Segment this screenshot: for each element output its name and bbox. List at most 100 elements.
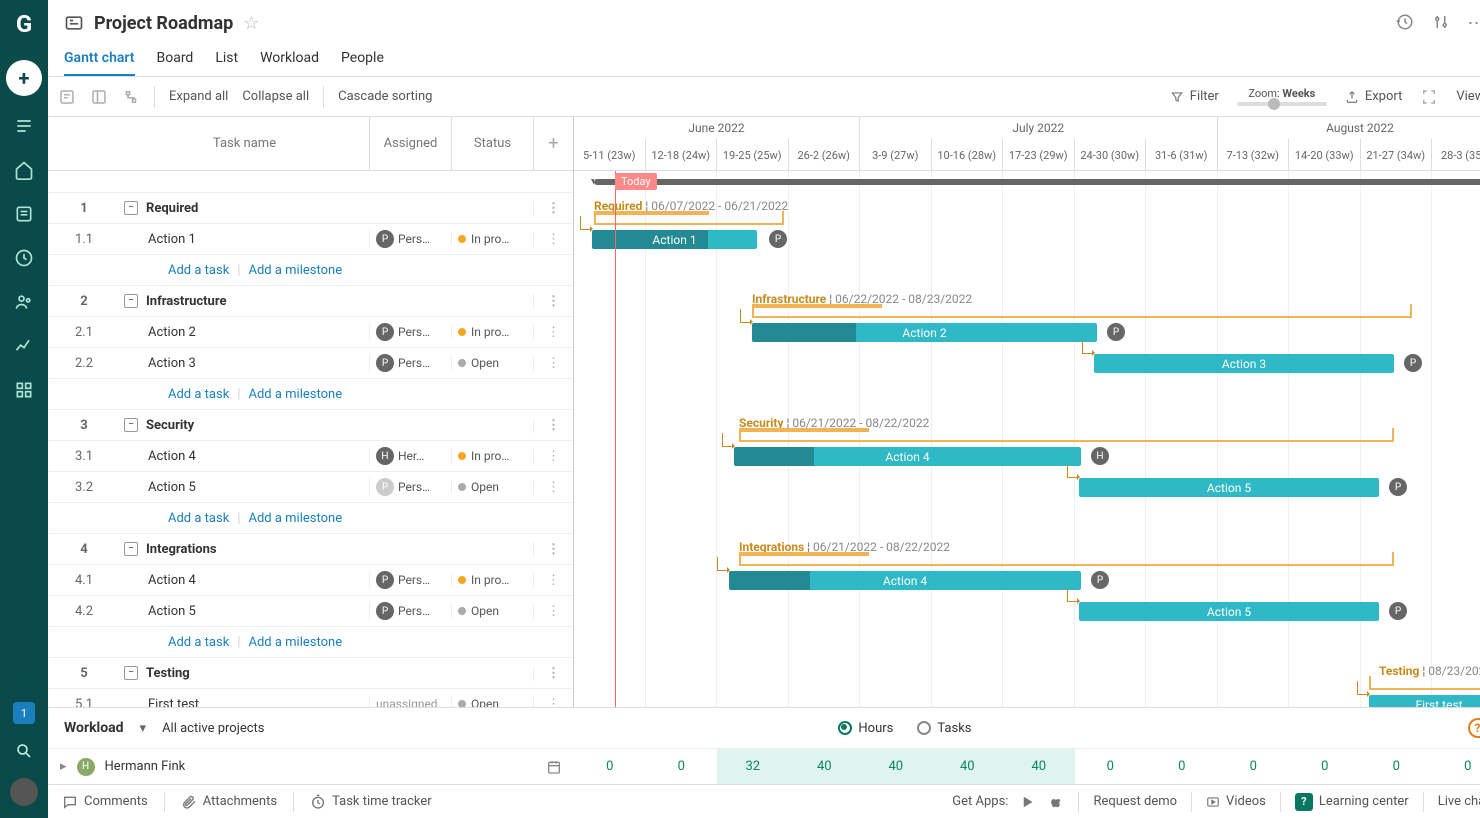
tab-list[interactable]: List [215, 46, 238, 76]
videos-link[interactable]: Videos [1206, 794, 1266, 809]
collapse-toggle[interactable]: − [124, 201, 138, 215]
workload-cell[interactable]: 40 [932, 749, 1004, 784]
row-menu-button[interactable]: ⋮ [533, 418, 573, 433]
search-icon[interactable] [15, 742, 33, 760]
row-menu-button[interactable]: ⋮ [533, 294, 573, 309]
add-task-link[interactable]: Add a task [168, 263, 229, 278]
workload-cell[interactable]: 0 [1075, 749, 1147, 784]
dependency-link[interactable] [717, 557, 729, 571]
expand-all-button[interactable]: Expand all [169, 89, 228, 104]
live-chat-link[interactable]: Live chat [1438, 794, 1480, 809]
task-row[interactable]: 2.1Action 2PPers…In pro…⋮ [48, 317, 573, 348]
learning-center-link[interactable]: ?Learning center [1295, 793, 1409, 811]
dependency-link[interactable] [1067, 464, 1079, 478]
list-icon[interactable] [14, 204, 34, 224]
group-bracket[interactable] [1369, 676, 1480, 690]
week-header[interactable]: 3-9 (27w) [860, 139, 932, 171]
workload-filter[interactable]: All active projects [162, 721, 264, 736]
workload-person[interactable]: Hermann Fink [105, 759, 186, 774]
add-milestone-link[interactable]: Add a milestone [248, 635, 342, 650]
gantt-area[interactable]: ◂ June 2022July 2022August 2022 5-11 (23… [574, 117, 1480, 707]
group-row[interactable]: 4−Integrations⋮ [48, 534, 573, 565]
hierarchy-icon[interactable] [122, 88, 140, 106]
workload-cell[interactable]: 40 [789, 749, 861, 784]
group-row[interactable]: 2−Infrastructure⋮ [48, 286, 573, 317]
week-header[interactable]: 17-23 (29w) [1003, 139, 1075, 171]
add-column-button[interactable]: + [533, 117, 573, 170]
row-menu-button[interactable]: ⋮ [533, 201, 573, 216]
workload-cell[interactable]: 0 [646, 749, 718, 784]
col-task[interactable]: Task name [120, 117, 369, 170]
task-bar[interactable]: Action 4 [729, 571, 1081, 590]
team-icon[interactable] [14, 292, 34, 312]
task-bar[interactable]: Action 5 [1079, 478, 1379, 497]
group-row[interactable]: 5−Testing⋮ [48, 658, 573, 689]
workload-cell[interactable]: 40 [860, 749, 932, 784]
add-milestone-link[interactable]: Add a milestone [248, 263, 342, 278]
col-status[interactable]: Status [451, 117, 533, 170]
workload-cell[interactable]: 32 [717, 749, 789, 784]
add-task-link[interactable]: Add a task [168, 635, 229, 650]
week-header[interactable]: 12-18 (24w) [646, 139, 718, 171]
week-header[interactable]: 26-2 (26w) [789, 139, 861, 171]
dependency-link[interactable] [740, 309, 752, 323]
dependency-link[interactable] [1082, 340, 1094, 354]
task-bar[interactable]: Action 5 [1079, 602, 1379, 621]
collapse-toggle[interactable]: − [124, 666, 138, 680]
workload-cell[interactable]: 0 [574, 749, 646, 784]
row-menu-button[interactable]: ⋮ [533, 325, 573, 340]
details-icon[interactable] [58, 88, 76, 106]
workload-cell[interactable]: 0 [1289, 749, 1361, 784]
apps-icon[interactable] [14, 380, 34, 400]
week-header[interactable]: 21-27 (34w) [1361, 139, 1433, 171]
dependency-link[interactable] [1357, 681, 1369, 695]
history-icon[interactable] [1396, 13, 1414, 31]
col-assigned[interactable]: Assigned [369, 117, 451, 170]
week-header[interactable]: 14-20 (33w) [1289, 139, 1361, 171]
collapse-icon[interactable] [14, 116, 34, 136]
tab-board[interactable]: Board [157, 46, 194, 76]
group-row[interactable]: 1−Required⋮ [48, 193, 573, 224]
collapse-toggle[interactable]: − [124, 418, 138, 432]
task-row[interactable]: 4.1Action 4PPers…In pro…⋮ [48, 565, 573, 596]
tab-workload[interactable]: Workload [260, 46, 319, 76]
star-icon[interactable]: ☆ [243, 13, 259, 34]
workload-cell[interactable]: 0 [1361, 749, 1433, 784]
filter-button[interactable]: Filter [1170, 89, 1219, 104]
row-menu-button[interactable]: ⋮ [533, 232, 573, 247]
add-milestone-link[interactable]: Add a milestone [248, 387, 342, 402]
settings-icon[interactable] [1432, 13, 1450, 31]
task-row[interactable]: 5.1First testunassignedOpen⋮ [48, 689, 573, 707]
row-menu-button[interactable]: ⋮ [533, 449, 573, 464]
request-demo-link[interactable]: Request demo [1093, 794, 1177, 809]
week-header[interactable]: 7-13 (32w) [1218, 139, 1290, 171]
cascade-sort-button[interactable]: Cascade sorting [338, 89, 432, 104]
group-row[interactable]: 3−Security⋮ [48, 410, 573, 441]
task-row[interactable]: 4.2Action 5PPers…Open⋮ [48, 596, 573, 627]
columns-icon[interactable] [90, 88, 108, 106]
add-button[interactable]: + [6, 60, 42, 96]
row-menu-button[interactable]: ⋮ [533, 573, 573, 588]
task-bar[interactable]: Action 3 [1094, 354, 1394, 373]
task-bar[interactable]: First test [1369, 695, 1480, 707]
week-header[interactable]: 10-16 (28w) [932, 139, 1004, 171]
app-store-icon[interactable] [1050, 795, 1064, 809]
week-header[interactable]: 5-11 (23w) [574, 139, 646, 171]
task-bar[interactable]: Action 2 [752, 323, 1097, 342]
attachments-button[interactable]: Attachments [181, 794, 277, 810]
tab-gantt[interactable]: Gantt chart [64, 46, 135, 76]
dependency-link[interactable] [580, 216, 592, 230]
workload-cell[interactable]: 0 [1218, 749, 1290, 784]
workload-cell[interactable]: 0 [1432, 749, 1480, 784]
help-icon[interactable]: ? [1468, 718, 1480, 738]
week-header[interactable]: 19-25 (25w) [717, 139, 789, 171]
more-icon[interactable]: ⋯ [1468, 13, 1480, 34]
play-store-icon[interactable] [1022, 795, 1036, 809]
row-menu-button[interactable]: ⋮ [533, 480, 573, 495]
task-row[interactable]: 2.2Action 3PPers…Open⋮ [48, 348, 573, 379]
export-button[interactable]: Export [1345, 89, 1403, 104]
add-milestone-link[interactable]: Add a milestone [248, 511, 342, 526]
clock-icon[interactable] [14, 248, 34, 268]
tab-people[interactable]: People [341, 46, 384, 76]
collapse-all-button[interactable]: Collapse all [242, 89, 309, 104]
